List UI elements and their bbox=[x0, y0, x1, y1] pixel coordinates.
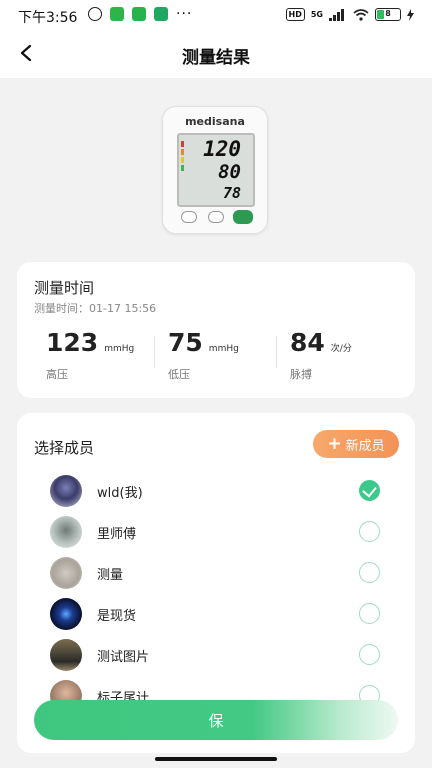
device-power-button bbox=[233, 210, 253, 224]
member-name: 测量 bbox=[97, 568, 124, 583]
metric-label: 高压 bbox=[46, 368, 68, 381]
status-bar: 下午3:56 ··· HD 5G 8 bbox=[0, 0, 432, 32]
metric-label: 脉搏 bbox=[290, 368, 312, 381]
home-indicator bbox=[155, 757, 277, 761]
metric-value: 123 bbox=[46, 328, 99, 357]
member-radio[interactable] bbox=[359, 644, 380, 665]
battery-icon: 8 bbox=[375, 8, 401, 21]
bp-bar-red bbox=[181, 141, 184, 147]
member-name: 里师傅 bbox=[97, 527, 137, 542]
member-radio[interactable] bbox=[359, 603, 380, 624]
metric-value: 75 bbox=[168, 328, 203, 357]
device-button-1 bbox=[181, 211, 197, 223]
more-dots-icon: ··· bbox=[176, 6, 193, 22]
signal-icon bbox=[329, 8, 344, 21]
metric-unit: 次/分 bbox=[330, 344, 352, 354]
member-radio[interactable] bbox=[359, 521, 380, 542]
divider bbox=[154, 336, 155, 368]
member-item[interactable]: 是现货 bbox=[17, 594, 415, 634]
metric-value: 84 bbox=[290, 328, 325, 357]
avatar bbox=[50, 475, 82, 507]
measurement-title: 测量时间 bbox=[34, 279, 95, 297]
new-member-label: 新成员 bbox=[345, 438, 385, 454]
network-label: 5G bbox=[310, 10, 323, 19]
member-item[interactable]: 测量 bbox=[17, 553, 415, 593]
bp-bar-orange bbox=[181, 149, 184, 155]
device-button-2 bbox=[208, 211, 224, 223]
member-radio[interactable] bbox=[359, 480, 380, 501]
device-screen: 120 80 78 bbox=[177, 133, 255, 207]
new-member-button[interactable]: + 新成员 bbox=[313, 430, 399, 458]
blood-pressure-monitor-image: medisana 120 80 78 bbox=[162, 106, 268, 234]
status-right-icons: HD 5G 8 bbox=[285, 8, 414, 21]
status-time: 下午3:56 bbox=[18, 10, 78, 26]
device-pulse: 78 bbox=[222, 184, 241, 202]
metric-unit: mmHg bbox=[208, 344, 239, 354]
avatar bbox=[50, 639, 82, 671]
avatar bbox=[50, 598, 82, 630]
measurement-time: 测量时间：01-17 15:56 bbox=[34, 302, 157, 315]
member-section-title: 选择成员 bbox=[34, 439, 95, 457]
charging-icon bbox=[407, 8, 414, 21]
member-name: wld(我) bbox=[97, 486, 143, 501]
green-app-icon bbox=[110, 7, 124, 21]
member-item[interactable]: 里师傅 bbox=[17, 512, 415, 552]
divider bbox=[276, 336, 277, 368]
member-radio[interactable] bbox=[359, 562, 380, 583]
metric-pulse: 84 次/分 脉搏 bbox=[290, 328, 352, 381]
wechat-icon bbox=[132, 7, 146, 21]
nav-bar: 测量结果 bbox=[0, 32, 432, 76]
member-name: 测试图片 bbox=[97, 650, 150, 665]
shield-app-icon bbox=[154, 7, 168, 21]
page-title: 测量结果 bbox=[182, 48, 250, 68]
device-diastolic: 80 bbox=[218, 161, 241, 183]
member-item[interactable]: wld(我) bbox=[17, 471, 415, 511]
save-button[interactable]: 保 bbox=[34, 700, 398, 740]
status-left-icons: ··· bbox=[88, 7, 192, 21]
metric-label: 低压 bbox=[168, 368, 190, 381]
measurement-card: 测量时间 测量时间：01-17 15:56 123 mmHg 高压 75 mmHg … bbox=[17, 262, 415, 398]
device-brand: medisana bbox=[185, 115, 245, 128]
plus-icon: + bbox=[327, 434, 342, 454]
avatar bbox=[50, 557, 82, 589]
bp-bar-yellow bbox=[181, 157, 184, 163]
member-name: 是现货 bbox=[97, 609, 137, 624]
wifi-icon bbox=[353, 8, 369, 21]
metric-unit: mmHg bbox=[104, 344, 135, 354]
alarm-icon bbox=[88, 7, 102, 21]
avatar bbox=[50, 516, 82, 548]
bp-bar-green bbox=[181, 165, 184, 171]
member-item[interactable]: 测试图片 bbox=[17, 635, 415, 675]
metric-diastolic: 75 mmHg 低压 bbox=[168, 328, 239, 381]
device-systolic: 120 bbox=[203, 137, 241, 161]
metric-systolic: 123 mmHg 高压 bbox=[46, 328, 135, 381]
hd-badge: HD bbox=[285, 8, 305, 21]
